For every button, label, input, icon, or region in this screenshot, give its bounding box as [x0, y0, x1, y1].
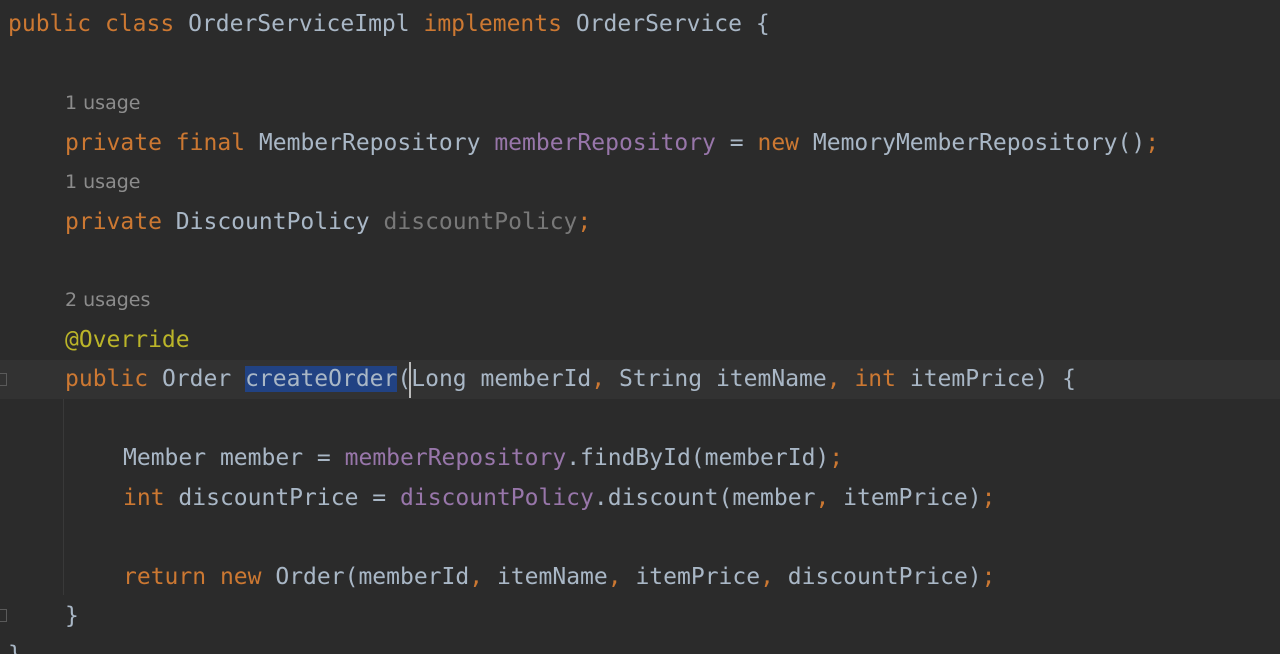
- interface-name[interactable]: OrderService: [576, 11, 742, 37]
- argument[interactable]: itemPrice: [635, 564, 760, 590]
- code-line-find-member[interactable]: Member member = memberRepository.findByI…: [0, 439, 1280, 478]
- keyword-public: public: [65, 366, 149, 392]
- param-name[interactable]: itemName: [716, 366, 827, 392]
- comma: ,: [826, 366, 841, 392]
- comma: ,: [607, 564, 622, 590]
- field-reference[interactable]: discountPolicy: [400, 485, 594, 511]
- code-line-class-declaration[interactable]: public class OrderServiceImpl implements…: [0, 5, 1280, 44]
- field-reference[interactable]: memberRepository: [345, 445, 567, 471]
- assign-operator: =: [729, 130, 744, 156]
- code-line-annotation[interactable]: @Override: [0, 321, 1280, 360]
- keyword-class: class: [104, 11, 175, 37]
- method-call[interactable]: .discount(member: [594, 485, 816, 511]
- argument[interactable]: itemPrice): [843, 485, 981, 511]
- code-line-return-order[interactable]: return new Order(memberId, itemName, ite…: [0, 558, 1280, 597]
- field-type[interactable]: MemberRepository: [259, 130, 481, 156]
- paren-close-brace: ) {: [1034, 366, 1077, 392]
- semicolon: ;: [577, 209, 592, 235]
- comma: ,: [469, 564, 484, 590]
- assign-operator: =: [316, 445, 331, 471]
- semicolon: ;: [1145, 130, 1160, 156]
- method-call[interactable]: .findById(memberId): [566, 445, 829, 471]
- code-line-discount-price[interactable]: int discountPrice = discountPolicy.disco…: [0, 479, 1280, 518]
- param-type[interactable]: String: [619, 366, 702, 392]
- semicolon: ;: [829, 445, 844, 471]
- keyword-final: final: [175, 130, 246, 156]
- semicolon: ;: [981, 485, 996, 511]
- class-brace-open: {: [755, 11, 770, 37]
- assign-operator: =: [372, 485, 387, 511]
- field-type[interactable]: DiscountPolicy: [176, 209, 370, 235]
- usage-hint[interactable]: 2 usages: [65, 289, 150, 311]
- return-type[interactable]: Order: [162, 366, 231, 392]
- semicolon: ;: [981, 564, 996, 590]
- keyword-public: public: [8, 11, 92, 37]
- fold-marker-icon[interactable]: [0, 373, 7, 386]
- constructor-call[interactable]: MemoryMemberRepository(): [813, 130, 1145, 156]
- code-line-class-close[interactable]: }: [0, 636, 1280, 654]
- text-caret: [409, 362, 411, 398]
- keyword-new: new: [219, 564, 262, 590]
- keyword-int: int: [123, 485, 165, 511]
- param-name[interactable]: itemPrice: [910, 366, 1035, 392]
- local-variable[interactable]: member: [220, 445, 303, 471]
- code-line-discount-policy-field[interactable]: private DiscountPolicy discountPolicy;: [0, 203, 1280, 242]
- keyword-private: private: [65, 130, 162, 156]
- local-type[interactable]: Member: [123, 445, 206, 471]
- code-line-method-declaration[interactable]: public Order createOrder(Long memberId, …: [0, 360, 1280, 399]
- local-variable[interactable]: discountPrice: [178, 485, 358, 511]
- keyword-private: private: [65, 209, 162, 235]
- usage-hint[interactable]: 1 usage: [65, 171, 140, 193]
- fold-marker-icon[interactable]: [0, 609, 7, 622]
- field-name[interactable]: memberRepository: [494, 130, 716, 156]
- keyword-implements: implements: [423, 11, 562, 37]
- usage-hint[interactable]: 1 usage: [65, 92, 140, 114]
- argument[interactable]: discountPrice): [788, 564, 982, 590]
- keyword-int: int: [854, 366, 896, 392]
- argument[interactable]: itemName: [497, 564, 608, 590]
- param-type[interactable]: Long: [411, 366, 466, 392]
- field-name[interactable]: discountPolicy: [384, 209, 578, 235]
- code-line-method-close[interactable]: }: [0, 597, 1280, 636]
- keyword-new: new: [757, 130, 800, 156]
- param-name[interactable]: memberId: [481, 366, 592, 392]
- code-line-member-repository-field[interactable]: private final MemberRepository memberRep…: [0, 124, 1280, 163]
- override-annotation[interactable]: @Override: [65, 327, 190, 353]
- comma: ,: [760, 564, 774, 590]
- method-brace-close: }: [65, 603, 79, 629]
- class-brace-close: }: [8, 642, 22, 654]
- comma: ,: [591, 366, 606, 392]
- comma: ,: [815, 485, 830, 511]
- method-name-selected[interactable]: createOrder: [245, 366, 398, 392]
- constructor-call[interactable]: Order(memberId: [275, 564, 469, 590]
- code-editor[interactable]: public class OrderServiceImpl implements…: [0, 0, 1280, 654]
- keyword-return: return: [123, 564, 207, 590]
- class-name[interactable]: OrderServiceImpl: [188, 11, 410, 37]
